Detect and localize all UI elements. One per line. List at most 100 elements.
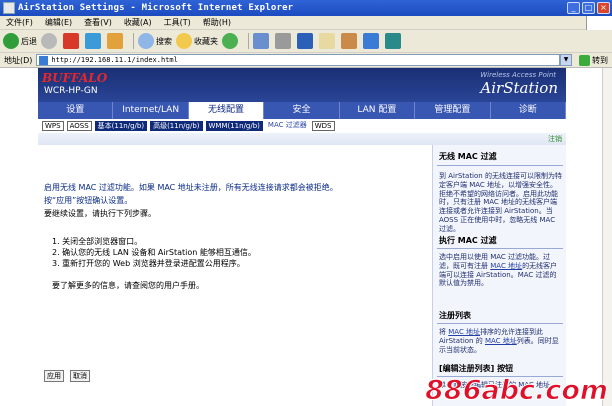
research-icon <box>341 33 357 49</box>
apply-button[interactable]: 应用 <box>44 370 64 382</box>
mac-address-link[interactable]: MAC 地址 <box>485 337 517 345</box>
search-button[interactable]: 搜索 <box>138 33 172 49</box>
vertical-scrollbar[interactable] <box>602 68 612 406</box>
subtab-wps[interactable]: WPS <box>42 121 64 131</box>
router-header: BUFFALO WCR-HP-GN Wireless Access Point … <box>38 68 566 102</box>
media-icon <box>385 33 401 49</box>
close-button[interactable]: × <box>597 2 610 14</box>
menu-favorites[interactable]: 收藏(A) <box>118 17 158 28</box>
step-item: 1. 关闭全部浏览器窗口。 <box>52 237 143 246</box>
tab-security[interactable]: 安全 <box>264 102 340 119</box>
home-icon <box>107 33 123 49</box>
menu-tools[interactable]: 工具(T) <box>158 17 197 28</box>
stop-button[interactable] <box>63 33 81 49</box>
logout-bar: 注销 <box>38 133 566 145</box>
search-label: 搜索 <box>156 36 172 46</box>
address-bar: 地址(D) http://192.168.11.1/index.html ▼ 转… <box>0 53 612 68</box>
site-watermark: 886abc.com <box>425 375 609 406</box>
tab-lan-config[interactable]: LAN 配置 <box>340 102 416 119</box>
discuss-button[interactable] <box>319 33 337 49</box>
mac-address-link[interactable]: MAC 地址 <box>490 262 522 270</box>
airstation-logo: AirStation <box>480 79 558 97</box>
forward-button[interactable] <box>41 33 59 49</box>
tab-internet-lan[interactable]: Internet/LAN <box>113 102 189 119</box>
tab-diagnostic[interactable]: 诊断 <box>491 102 566 119</box>
window-title: AirStation Settings - Microsoft Internet… <box>18 3 294 13</box>
help-heading-edit-button: [编辑注册列表] 按钮 <box>439 364 514 373</box>
window-title-bar: AirStation Settings - Microsoft Internet… <box>0 0 612 16</box>
word-edit-icon <box>297 33 313 49</box>
page-icon <box>39 55 49 65</box>
go-label: 转到 <box>592 55 608 65</box>
step-item: 3. 重新打开您的 Web 浏览器并登录进配置公用程序。 <box>52 259 245 268</box>
help-sidebar: 无线 MAC 过滤 到 AirStation 的无线连接可以限制为特定客户端 M… <box>432 145 566 406</box>
history-icon <box>222 33 238 49</box>
mail-icon <box>253 33 269 49</box>
windows-logo-icon <box>586 16 612 30</box>
cancel-button[interactable]: 取消 <box>70 370 90 382</box>
tab-wireless[interactable]: 无线配置 <box>188 102 265 119</box>
manual-info-text: 要了解更多的信息，请查阅您的用户手册。 <box>52 281 204 290</box>
refresh-icon <box>85 33 101 49</box>
menu-help[interactable]: 帮助(H) <box>197 17 237 28</box>
logout-link[interactable]: 注销 <box>548 134 562 144</box>
apply-instruction-text: 按“应用”按钮确认设置。 <box>44 196 133 205</box>
subtab-wds[interactable]: WDS <box>311 121 335 131</box>
address-dropdown-button[interactable]: ▼ <box>560 54 572 66</box>
forward-arrow-icon <box>41 33 57 49</box>
history-button[interactable] <box>222 33 240 49</box>
messenger-icon <box>363 33 379 49</box>
ie-app-icon <box>3 2 15 14</box>
toolbar: 后退 搜索 收藏夹 <box>0 30 612 53</box>
refresh-button[interactable] <box>85 33 103 49</box>
subtab-advanced[interactable]: 高级(11n/g/b) <box>150 121 203 131</box>
sub-tabs: WPS AOSS 基本(11n/g/b) 高级(11n/g/b) WMM(11n… <box>38 119 566 133</box>
buffalo-logo: BUFFALO <box>42 71 108 85</box>
print-icon <box>275 33 291 49</box>
go-button[interactable]: 转到 <box>575 54 612 66</box>
edit-button[interactable] <box>297 33 315 49</box>
subtab-mac-filter[interactable]: MAC 过滤器 <box>266 121 309 131</box>
main-tabs: 设置 Internet/LAN 无线配置 安全 LAN 配置 管理配置 诊断 <box>38 102 566 119</box>
mac-address-link[interactable]: MAC 地址 <box>448 328 480 336</box>
address-url: http://192.168.11.1/index.html <box>51 56 178 64</box>
menu-view[interactable]: 查看(V) <box>78 17 118 28</box>
help-text-execute: 选中启用以使用 MAC 过滤功能。过滤，既可有注册 MAC 地址的无线客户端可以… <box>439 253 558 288</box>
address-label: 地址(D) <box>4 55 33 65</box>
subtab-wmm[interactable]: WMM(11n/g/b) <box>205 121 263 131</box>
main-content: 启用无线 MAC 过滤功能。如果 MAC 地址未注册，所有无线连接请求都会被拒绝… <box>38 145 432 406</box>
step-item: 2. 确认您的无线 LAN 设备和 AirStation 能够相互通信。 <box>52 248 256 257</box>
messenger-button[interactable] <box>363 33 381 49</box>
product-subtitle: Wireless Access Point <box>480 71 556 79</box>
maximize-button[interactable]: □ <box>582 2 595 14</box>
back-button[interactable]: 后退 <box>3 33 37 49</box>
go-arrow-icon <box>579 54 590 66</box>
research-button[interactable] <box>341 33 359 49</box>
media-button[interactable] <box>385 33 403 49</box>
help-heading-execute: 执行 MAC 过滤 <box>439 236 497 245</box>
help-heading-register-list: 注册列表 <box>439 311 471 320</box>
continue-steps-text: 要继续设置，请执行下列步骤。 <box>44 209 156 218</box>
mail-button[interactable] <box>253 33 271 49</box>
tab-setup[interactable]: 设置 <box>38 102 114 119</box>
star-icon <box>176 33 192 49</box>
tab-admin[interactable]: 管理配置 <box>415 102 491 119</box>
menu-file[interactable]: 文件(F) <box>0 17 39 28</box>
back-label: 后退 <box>21 36 37 46</box>
search-icon <box>138 33 154 49</box>
favorites-button[interactable]: 收藏夹 <box>176 33 218 49</box>
address-input[interactable]: http://192.168.11.1/index.html <box>36 54 560 66</box>
menu-bar: 文件(F) 编辑(E) 查看(V) 收藏(A) 工具(T) 帮助(H) <box>0 16 612 30</box>
stop-icon <box>63 33 79 49</box>
minimize-button[interactable]: _ <box>567 2 580 14</box>
help-text-mac-filter: 到 AirStation 的无线连接可以限制为特定客户端 MAC 地址，以增强安… <box>439 172 562 233</box>
help-text-register-list: 将 MAC 地址排序的允许连接到此 AirStation 的 MAC 地址列表。… <box>439 328 559 354</box>
print-button[interactable] <box>275 33 293 49</box>
help-heading-mac-filter: 无线 MAC 过滤 <box>439 152 497 161</box>
favorites-label: 收藏夹 <box>194 36 218 46</box>
discuss-icon <box>319 33 335 49</box>
home-button[interactable] <box>107 33 125 49</box>
subtab-aoss[interactable]: AOSS <box>66 121 92 131</box>
subtab-basic[interactable]: 基本(11n/g/b) <box>94 121 148 131</box>
menu-edit[interactable]: 编辑(E) <box>39 17 78 28</box>
